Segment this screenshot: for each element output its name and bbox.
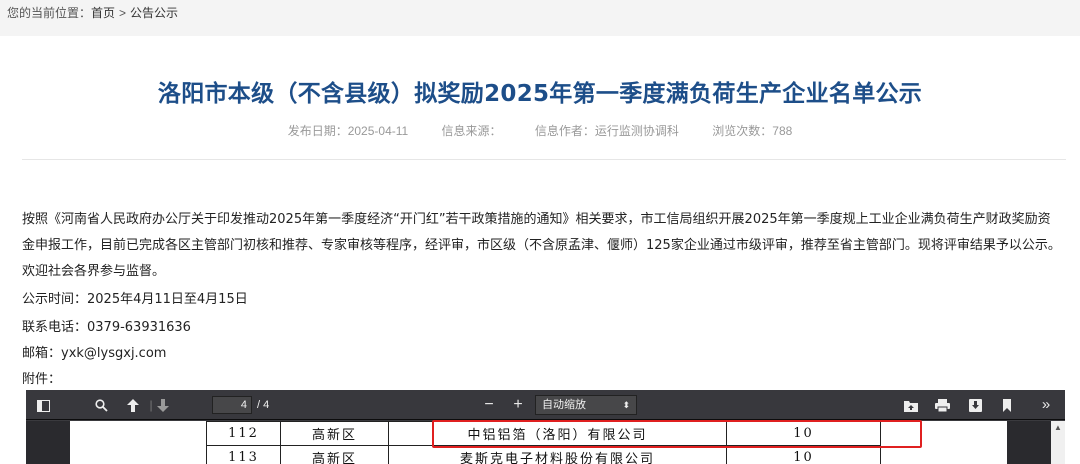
search-icon[interactable]	[90, 390, 112, 420]
print-icon[interactable]	[931, 390, 953, 420]
row-number: 112	[206, 421, 281, 446]
article-paragraph: 按照《河南省人民政府办公厅关于印发推动2025年第一季度经济“开门红”若干政策措…	[22, 212, 1061, 279]
contact-email: 邮箱：yxk@lysgxj.com	[22, 346, 167, 361]
info-source: 信息来源：	[441, 124, 502, 138]
breadcrumb-prefix: 您的当前位置：	[7, 6, 92, 20]
row-district: 高新区	[280, 421, 389, 446]
more-tools-icon[interactable]: »	[1032, 390, 1060, 420]
page-total: / 4	[257, 399, 270, 411]
row-company: 麦斯克电子材料股份有限公司	[388, 445, 727, 464]
row-number: 113	[206, 445, 281, 464]
attachment-label: 附件：	[22, 372, 62, 387]
pdf-toolbar: | 4 / 4 − + 自动缩放 ⬍ »	[26, 390, 1065, 420]
breadcrumb-home-link[interactable]: 首页	[91, 6, 115, 20]
breadcrumb-current-link[interactable]: 公告公示	[130, 6, 178, 20]
pdf-viewer: | 4 / 4 − + 自动缩放 ⬍ » 112 高新区 中铝铝箔（洛阳）有限公…	[26, 390, 1065, 464]
view-count: 浏览次数：788	[712, 124, 793, 138]
page-title: 洛阳市本级（不含县级）拟奖励2025年第一季度满负荷生产企业名单公示	[157, 81, 923, 107]
contact-phone: 联系电话：0379-63931636	[22, 320, 191, 335]
publicity-period: 公示时间：2025年4月11日至4月15日	[22, 292, 248, 307]
company-table: 112 高新区 中铝铝箔（洛阳）有限公司 10 113 高新区 麦斯克电子材料股…	[206, 421, 881, 464]
zoom-select[interactable]: 自动缩放 ⬍	[535, 395, 637, 415]
chevron-down-icon: ⬍	[622, 400, 630, 410]
row-score: 10	[726, 421, 881, 446]
publish-date: 发布日期：2025-04-11	[287, 124, 409, 138]
prev-page-icon[interactable]	[122, 390, 144, 420]
pdf-page-area[interactable]: 112 高新区 中铝铝箔（洛阳）有限公司 10 113 高新区 麦斯克电子材料股…	[26, 420, 1065, 464]
download-icon[interactable]	[964, 390, 986, 420]
zoom-select-value: 自动缩放	[542, 399, 586, 411]
table-row: 112 高新区 中铝铝箔（洛阳）有限公司 10	[206, 421, 881, 446]
article-body: 按照《河南省人民政府办公厅关于印发推动2025年第一季度经济“开门红”若干政策措…	[22, 207, 1062, 285]
bookmark-icon[interactable]	[996, 390, 1018, 420]
divider	[22, 159, 1066, 160]
zoom-in-button[interactable]: +	[507, 390, 529, 420]
table-row: 113 高新区 麦斯克电子材料股份有限公司 10	[206, 445, 881, 464]
pdf-page: 112 高新区 中铝铝箔（洛阳）有限公司 10 113 高新区 麦斯克电子材料股…	[70, 420, 1007, 464]
row-company: 中铝铝箔（洛阳）有限公司	[388, 421, 727, 446]
info-author: 信息作者：运行监测协调科	[534, 124, 679, 138]
open-file-icon[interactable]	[900, 390, 922, 420]
row-district: 高新区	[280, 445, 389, 464]
row-score: 10	[726, 445, 881, 464]
zoom-out-button[interactable]: −	[478, 390, 500, 420]
breadcrumb-separator: >	[119, 6, 127, 20]
sidebar-toggle-icon[interactable]	[32, 390, 54, 420]
scroll-up-icon[interactable]: ▲	[1054, 423, 1062, 432]
page-number-input[interactable]: 4	[212, 396, 252, 414]
breadcrumb: 您的当前位置：首页 > 公告公示	[0, 0, 1080, 36]
scrollbar[interactable]: ▲	[1051, 421, 1065, 464]
article-meta: 发布日期：2025-04-11 信息来源： 信息作者：运行监测协调科 浏览次数：…	[0, 122, 1080, 139]
next-page-icon[interactable]	[152, 390, 174, 420]
